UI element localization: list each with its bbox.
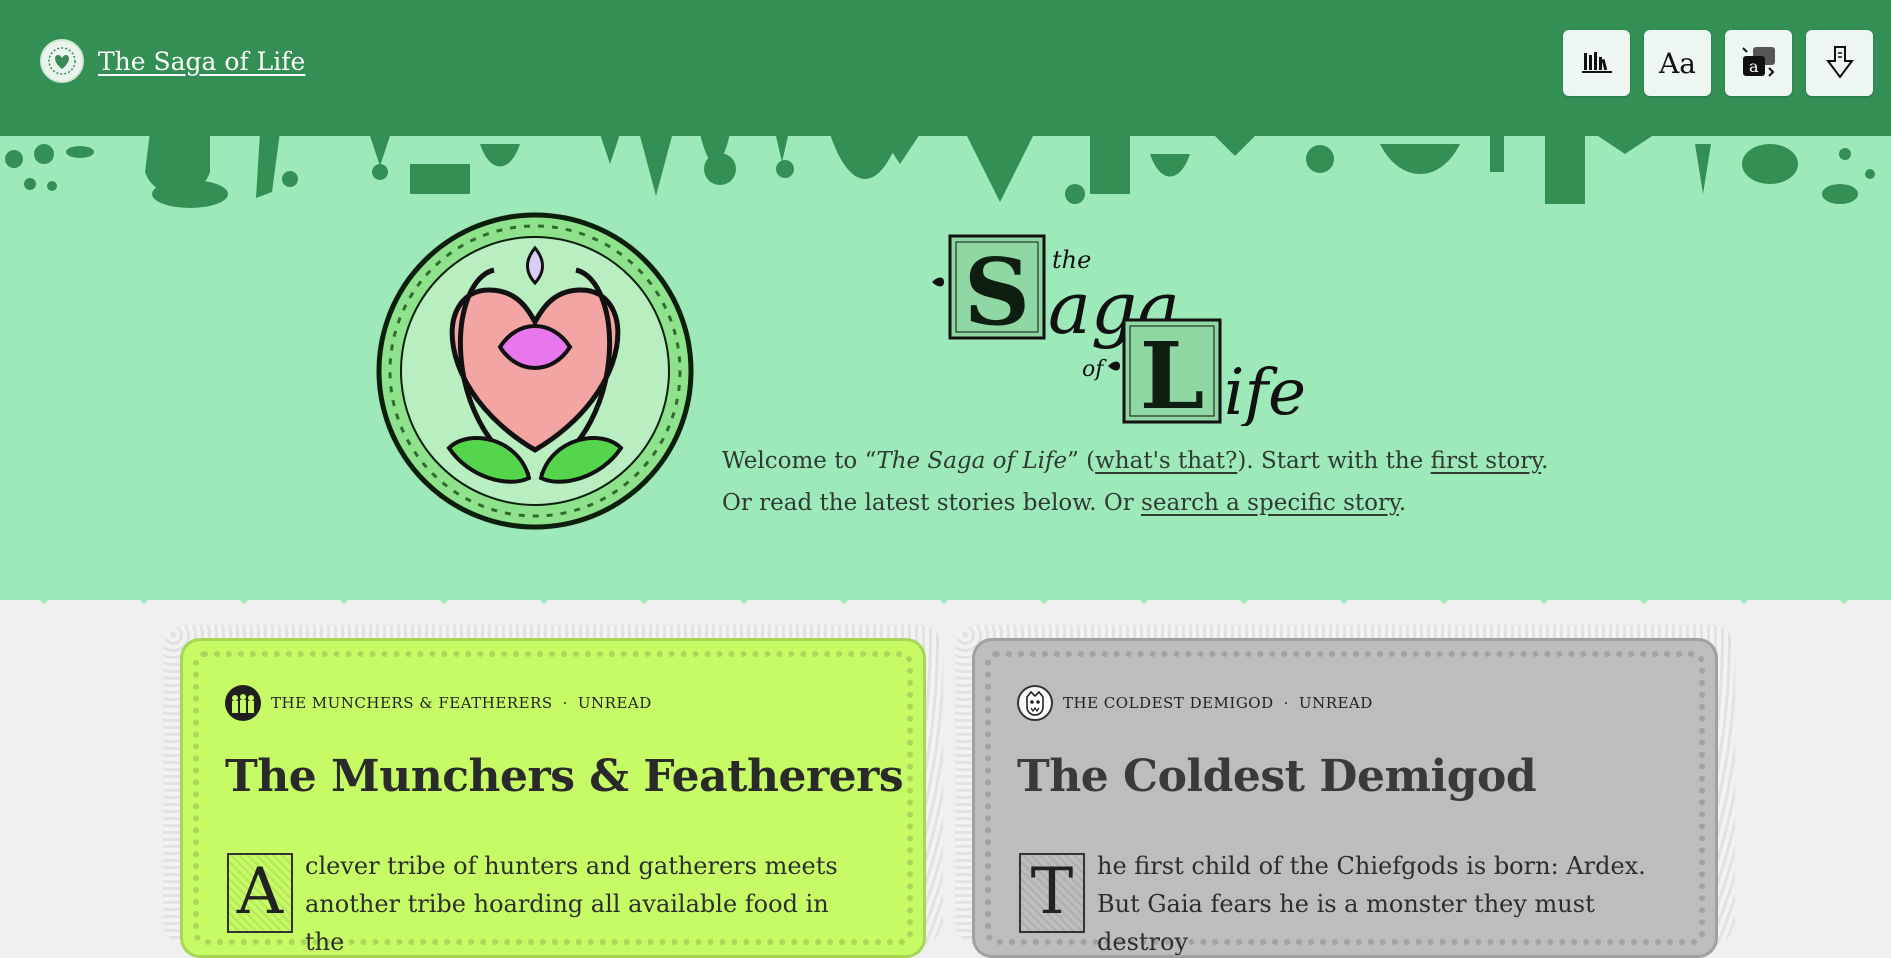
font-icon: Aa <box>1659 46 1696 80</box>
story-card-munchers[interactable]: THE MUNCHERS & FEATHERERS · UNREAD The M… <box>180 638 926 958</box>
meta-separator: · <box>1283 694 1289 712</box>
svg-text:a: a <box>1749 57 1759 76</box>
svg-text:ife: ife <box>1224 356 1306 426</box>
hero-bottom-edge <box>30 590 1858 604</box>
site-title: The Saga of Life <box>98 46 306 76</box>
welcome-text-part: Welcome to “ <box>722 448 877 474</box>
story-title[interactable]: The Coldest Demigod <box>1017 751 1537 802</box>
welcome-text-part: ” ( <box>1067 448 1096 474</box>
dropcap-letter: T <box>1019 853 1085 933</box>
tribe-icon <box>225 685 261 721</box>
dropcap-letter: A <box>227 853 293 933</box>
card-meta: THE COLDEST DEMIGOD · UNREAD <box>1017 685 1373 721</box>
welcome-text: Welcome to “The Saga of Life” (what's th… <box>722 440 1622 524</box>
meta-separator: · <box>562 694 568 712</box>
heart-emblem-illustration <box>375 211 695 531</box>
download-arrow-icon <box>1825 46 1854 79</box>
welcome-text-part: . <box>1541 448 1549 474</box>
download-button[interactable] <box>1806 30 1873 96</box>
svg-text:L: L <box>1140 322 1205 426</box>
series-name: THE COLDEST DEMIGOD <box>1063 694 1274 712</box>
silhouette-frieze <box>0 124 1891 208</box>
font-button[interactable]: Aa <box>1644 30 1711 96</box>
top-navigation-bar: The Saga of Life Aa a <box>0 0 1891 130</box>
search-story-link[interactable]: search a specific story <box>1141 490 1399 516</box>
svg-text:of: of <box>1082 357 1107 382</box>
translate-icon: a <box>1741 47 1775 77</box>
svg-text:S: S <box>964 238 1030 346</box>
card-meta: THE MUNCHERS & FEATHERERS · UNREAD <box>225 685 652 721</box>
read-status: UNREAD <box>1298 694 1373 712</box>
toolbar: Aa a <box>1563 30 1873 96</box>
story-excerpt: he first child of the Chiefgods is born:… <box>1097 852 1646 956</box>
welcome-title-italic: The Saga of Life <box>876 448 1068 474</box>
welcome-text-part: ). Start with the <box>1237 448 1431 474</box>
demigod-icon <box>1017 685 1053 721</box>
series-name: THE MUNCHERS & FEATHERERS <box>271 694 553 712</box>
home-link[interactable]: The Saga of Life <box>40 39 306 83</box>
first-story-link[interactable]: first story <box>1431 448 1542 474</box>
heart-emblem-icon <box>40 39 84 83</box>
welcome-text-part: Or read the latest stories below. Or <box>722 490 1142 516</box>
bookshelf-icon <box>1581 52 1612 73</box>
translate-button[interactable]: a <box>1725 30 1792 96</box>
welcome-text-part: . <box>1398 490 1407 516</box>
library-button[interactable] <box>1563 30 1630 96</box>
story-card-coldest-demigod[interactable]: THE COLDEST DEMIGOD · UNREAD The Coldest… <box>972 638 1718 958</box>
saga-of-life-title-art: S the aga of L ife <box>932 234 1306 426</box>
read-status: UNREAD <box>577 694 652 712</box>
whats-that-link[interactable]: what's that? <box>1095 448 1237 474</box>
story-title[interactable]: The Munchers & Featherers <box>225 751 904 802</box>
story-excerpt: clever tribe of hunters and gatherers me… <box>305 852 838 956</box>
